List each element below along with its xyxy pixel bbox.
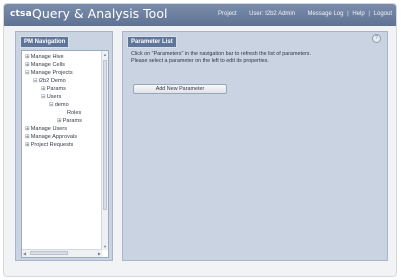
pm-navigation-tab[interactable]: PM Navigation: [20, 36, 70, 48]
tree-horizontal-scrollbar[interactable]: ◀ ▶: [22, 249, 102, 257]
expand-icon[interactable]: ⊞: [25, 134, 30, 140]
expand-icon[interactable]: ⊞: [41, 86, 46, 92]
tree-item-manage-projects[interactable]: ⊟Manage Projects: [25, 70, 73, 77]
top-bar: ctsa Query & Analysis Tool Project User:…: [4, 4, 396, 26]
tree-item-label: Manage Cells: [30, 62, 65, 68]
collapse-icon[interactable]: ⊟: [25, 70, 30, 76]
expand-icon[interactable]: ⊞: [25, 126, 30, 132]
nav-project-link[interactable]: Project: [218, 11, 237, 17]
nav-user-label: User: I2b2 Admin: [249, 11, 296, 17]
scroll-up-arrow-icon[interactable]: ▲: [103, 52, 107, 57]
tree-vertical-scrollbar[interactable]: ▲ ▼: [101, 51, 108, 250]
collapse-icon[interactable]: ⊟: [33, 78, 38, 84]
app-title: Query & Analysis Tool: [32, 6, 168, 21]
tree-item-label: Manage Hive: [30, 54, 64, 60]
tree-item-users[interactable]: ⊟Users: [41, 94, 61, 101]
vertical-scroll-thumb[interactable]: [103, 60, 107, 210]
scroll-down-arrow-icon[interactable]: ▼: [103, 244, 107, 249]
add-new-parameter-button[interactable]: Add New Parameter: [133, 84, 227, 94]
tree-item-i2b2-demo[interactable]: ⊟i2b2 Demo: [33, 78, 66, 85]
tree-item-label: Params: [46, 86, 66, 92]
nav-logout-link[interactable]: Logout: [374, 11, 392, 17]
expand-icon[interactable]: ⊞: [25, 62, 30, 68]
tree-item-label: Manage Users: [30, 126, 68, 132]
tree-item-label: i2b2 Demo: [38, 78, 66, 84]
tree-item-project-requests[interactable]: ⊞Project Requests: [25, 142, 73, 149]
tree-item-label: demo: [54, 102, 69, 108]
horizontal-scroll-thumb[interactable]: [30, 251, 68, 255]
tree-item-label: Params: [62, 118, 82, 124]
tree-item-roles[interactable]: Roles: [67, 110, 81, 117]
tree-item-manage-hive[interactable]: ⊞Manage Hive: [25, 54, 64, 61]
tree-item-manage-approvals[interactable]: ⊞Manage Approvals: [25, 134, 77, 141]
tree-item-manage-cells[interactable]: ⊞Manage Cells: [25, 62, 65, 69]
parameter-list-panel: Parameter List ? Click on "Parameters" i…: [122, 31, 388, 261]
expand-icon[interactable]: ⊞: [25, 142, 30, 148]
tree-item-label: Project Requests: [30, 142, 74, 148]
navigation-tree: ⊞Manage Hive ⊞Manage Cells ⊟Manage Proje…: [21, 50, 109, 258]
instructions-text: Click on "Parameters" in the navigation …: [131, 51, 385, 65]
instruction-refresh: Click on "Parameters" in the navigation …: [131, 51, 312, 57]
tree-item-label: Users: [46, 94, 62, 100]
tree-item-label: Manage Projects: [30, 70, 73, 76]
nav-separator: |: [347, 11, 349, 17]
instruction-select: Please select a parameter on the left to…: [131, 58, 269, 64]
help-icon[interactable]: ?: [372, 34, 381, 43]
brand-logo: ctsa: [10, 9, 32, 19]
top-nav: Project User: I2b2 Admin Message Log | H…: [218, 11, 392, 17]
nav-separator: |: [368, 11, 370, 17]
tree-item-params[interactable]: ⊞Params: [41, 86, 66, 93]
tree-item-label: Manage Approvals: [30, 134, 78, 140]
tree-item-demo-user[interactable]: ⊟demo: [49, 102, 69, 109]
scroll-right-arrow-icon[interactable]: ▶: [98, 251, 101, 256]
scroll-left-arrow-icon[interactable]: ◀: [23, 251, 26, 256]
collapse-icon[interactable]: ⊟: [49, 102, 54, 108]
expand-icon[interactable]: ⊞: [57, 118, 62, 124]
nav-help-link[interactable]: Help: [352, 11, 364, 17]
tree-item-manage-users[interactable]: ⊞Manage Users: [25, 126, 67, 133]
expand-icon[interactable]: ⊞: [25, 54, 30, 60]
nav-message-log-link[interactable]: Message Log: [307, 11, 343, 17]
tree-item-user-params[interactable]: ⊞Params: [57, 118, 82, 125]
tree-item-label: Roles: [67, 110, 82, 116]
collapse-icon[interactable]: ⊟: [41, 94, 46, 100]
parameter-list-tab[interactable]: Parameter List: [127, 36, 177, 48]
pm-navigation-panel: PM Navigation ⊞Manage Hive ⊞Manage Cells…: [15, 31, 113, 261]
